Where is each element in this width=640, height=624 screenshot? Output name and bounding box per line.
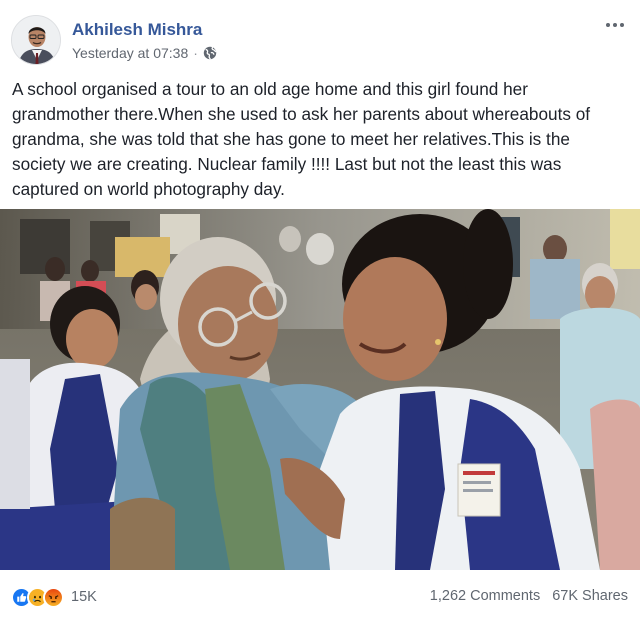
post-footer: 15K 1,262 Comments 67K Shares xyxy=(0,572,640,624)
more-options-icon[interactable] xyxy=(602,16,628,34)
angry-icon xyxy=(43,586,64,608)
post-card: Akhilesh Mishra Yesterday at 07:38 · A s… xyxy=(0,0,640,624)
globe-icon[interactable] xyxy=(203,46,217,60)
author-avatar[interactable] xyxy=(11,15,61,65)
post-text: A school organised a tour to an old age … xyxy=(12,79,591,199)
comments-link[interactable]: 1,262 Comments xyxy=(430,588,540,604)
reaction-count: 15K xyxy=(71,589,97,605)
meta-separator: · xyxy=(193,45,198,61)
post-photo[interactable] xyxy=(0,209,640,570)
post-header: Akhilesh Mishra Yesterday at 07:38 · xyxy=(0,0,640,66)
post-timestamp[interactable]: Yesterday at 07:38 xyxy=(72,45,188,61)
reactions-summary[interactable]: 15K xyxy=(11,586,97,608)
shares-link[interactable]: 67K Shares xyxy=(552,588,628,604)
post-meta: Yesterday at 07:38 · xyxy=(72,45,217,61)
author-name[interactable]: Akhilesh Mishra xyxy=(72,20,202,40)
engagement-stats: 1,262 Comments 67K Shares xyxy=(430,588,628,604)
